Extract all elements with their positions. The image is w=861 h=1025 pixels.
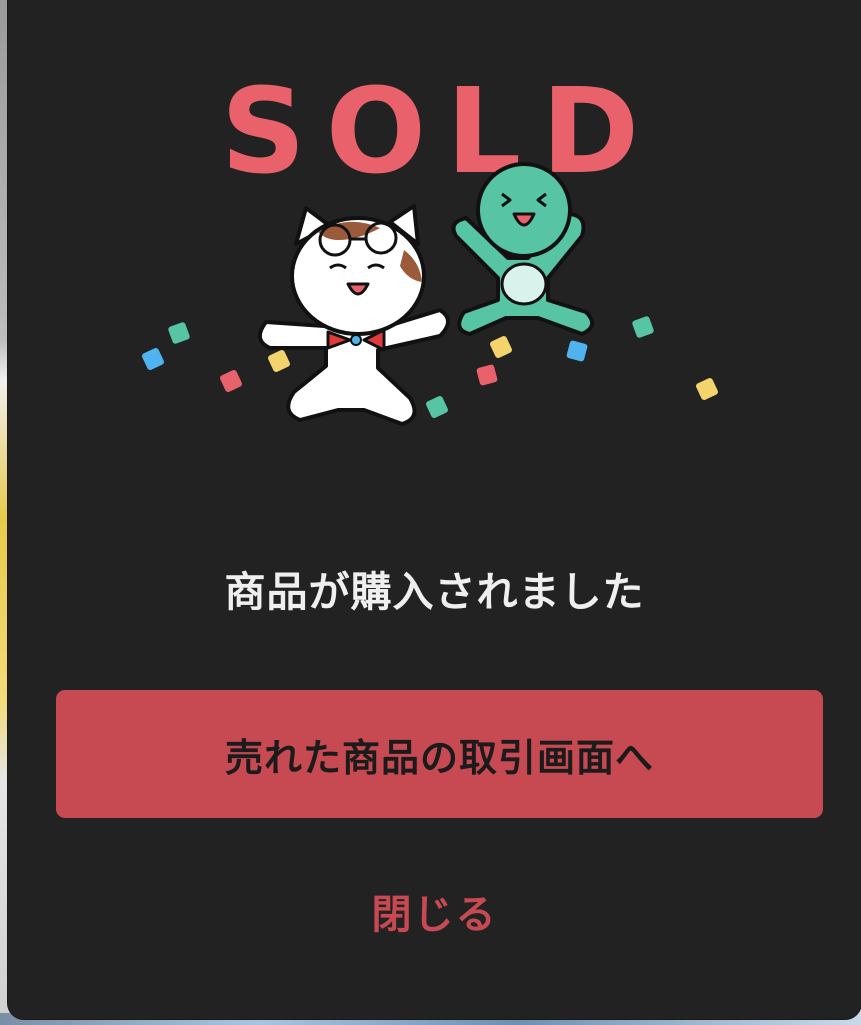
go-to-transaction-label: 売れた商品の取引画面へ — [224, 735, 654, 780]
sold-headline: SOLD — [221, 62, 659, 200]
purchase-complete-message: 商品が購入されました — [224, 568, 645, 616]
go-to-transaction-button[interactable]: 売れた商品の取引画面へ — [56, 690, 823, 818]
close-button[interactable]: 閉じる — [8, 882, 861, 940]
cat-mascot — [258, 204, 450, 426]
sold-illustration: SOLD — [142, 62, 718, 426]
sold-dialog: SOLD 商品が購入されました 売れた商品の取引画面へ 閉じる — [8, 0, 861, 1019]
